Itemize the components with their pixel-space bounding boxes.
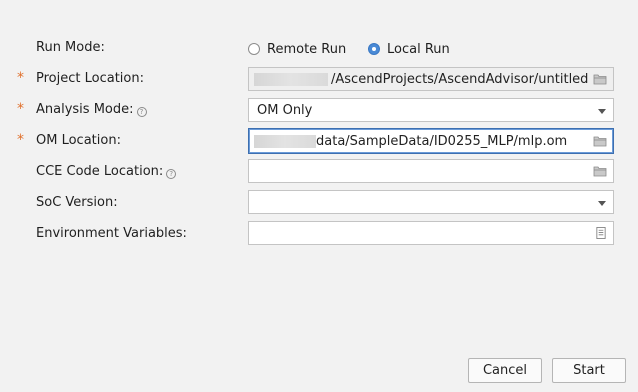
document-icon[interactable]: [595, 227, 607, 239]
folder-icon[interactable]: [593, 135, 607, 147]
om-location-value: data/SampleData/ID0255_MLP/mlp.om: [316, 134, 568, 149]
remote-run-option[interactable]: Remote Run: [248, 40, 346, 58]
folder-icon[interactable]: [593, 73, 607, 85]
environment-variables-label: Environment Variables:: [36, 226, 187, 241]
redacted-path-prefix: [254, 135, 316, 148]
chevron-down-icon[interactable]: [598, 109, 606, 114]
project-location-value: /AscendProjects/AscendAdvisor/untitled: [331, 72, 589, 87]
help-icon[interactable]: ?: [136, 107, 147, 117]
local-run-radio[interactable]: [368, 43, 380, 55]
environment-variables-row: Environment Variables:: [0, 221, 638, 247]
project-location-row: * Project Location: /AscendProjects/Asce…: [0, 66, 638, 92]
remote-run-label: Remote Run: [267, 41, 347, 57]
analysis-mode-select[interactable]: OM Only: [248, 98, 614, 122]
folder-icon[interactable]: [593, 165, 607, 177]
om-location-field[interactable]: data/SampleData/ID0255_MLP/mlp.om: [248, 128, 614, 154]
cce-code-location-row: CCE Code Location:?: [0, 159, 638, 185]
environment-variables-field[interactable]: [248, 221, 614, 245]
cce-code-location-label: CCE Code Location:: [36, 164, 164, 179]
local-run-option[interactable]: Local Run: [368, 40, 450, 58]
required-marker: *: [17, 132, 24, 148]
analysis-mode-value: OM Only: [257, 103, 313, 118]
soc-version-label: SoC Version:: [36, 195, 118, 210]
local-run-label: Local Run: [387, 41, 450, 57]
help-icon[interactable]: ?: [166, 169, 177, 179]
project-location-label: Project Location:: [36, 71, 144, 86]
om-location-row: * OM Location: data/SampleData/ID0255_ML…: [0, 128, 638, 154]
chevron-down-icon[interactable]: [598, 201, 606, 206]
required-marker: *: [17, 70, 24, 86]
run-configuration-dialog: { "run_mode": { "label": "Run Mode:", "o…: [0, 0, 638, 392]
cce-code-location-label-wrap: CCE Code Location:?: [36, 164, 177, 179]
analysis-mode-label-wrap: Analysis Mode:?: [36, 102, 147, 117]
cancel-button[interactable]: Cancel: [468, 358, 542, 383]
start-button[interactable]: Start: [552, 358, 626, 383]
soc-version-row: SoC Version:: [0, 190, 638, 216]
soc-version-select[interactable]: [248, 190, 614, 214]
remote-run-radio[interactable]: [248, 43, 260, 55]
om-location-label: OM Location:: [36, 133, 121, 148]
project-location-field[interactable]: /AscendProjects/AscendAdvisor/untitled: [248, 67, 614, 91]
analysis-mode-label: Analysis Mode:: [36, 102, 134, 117]
required-marker: *: [17, 101, 24, 117]
analysis-mode-row: * Analysis Mode:? OM Only: [0, 97, 638, 123]
redacted-path-prefix: [254, 73, 328, 86]
run-mode-label: Run Mode:: [36, 40, 105, 55]
cce-code-location-field[interactable]: [248, 159, 614, 183]
